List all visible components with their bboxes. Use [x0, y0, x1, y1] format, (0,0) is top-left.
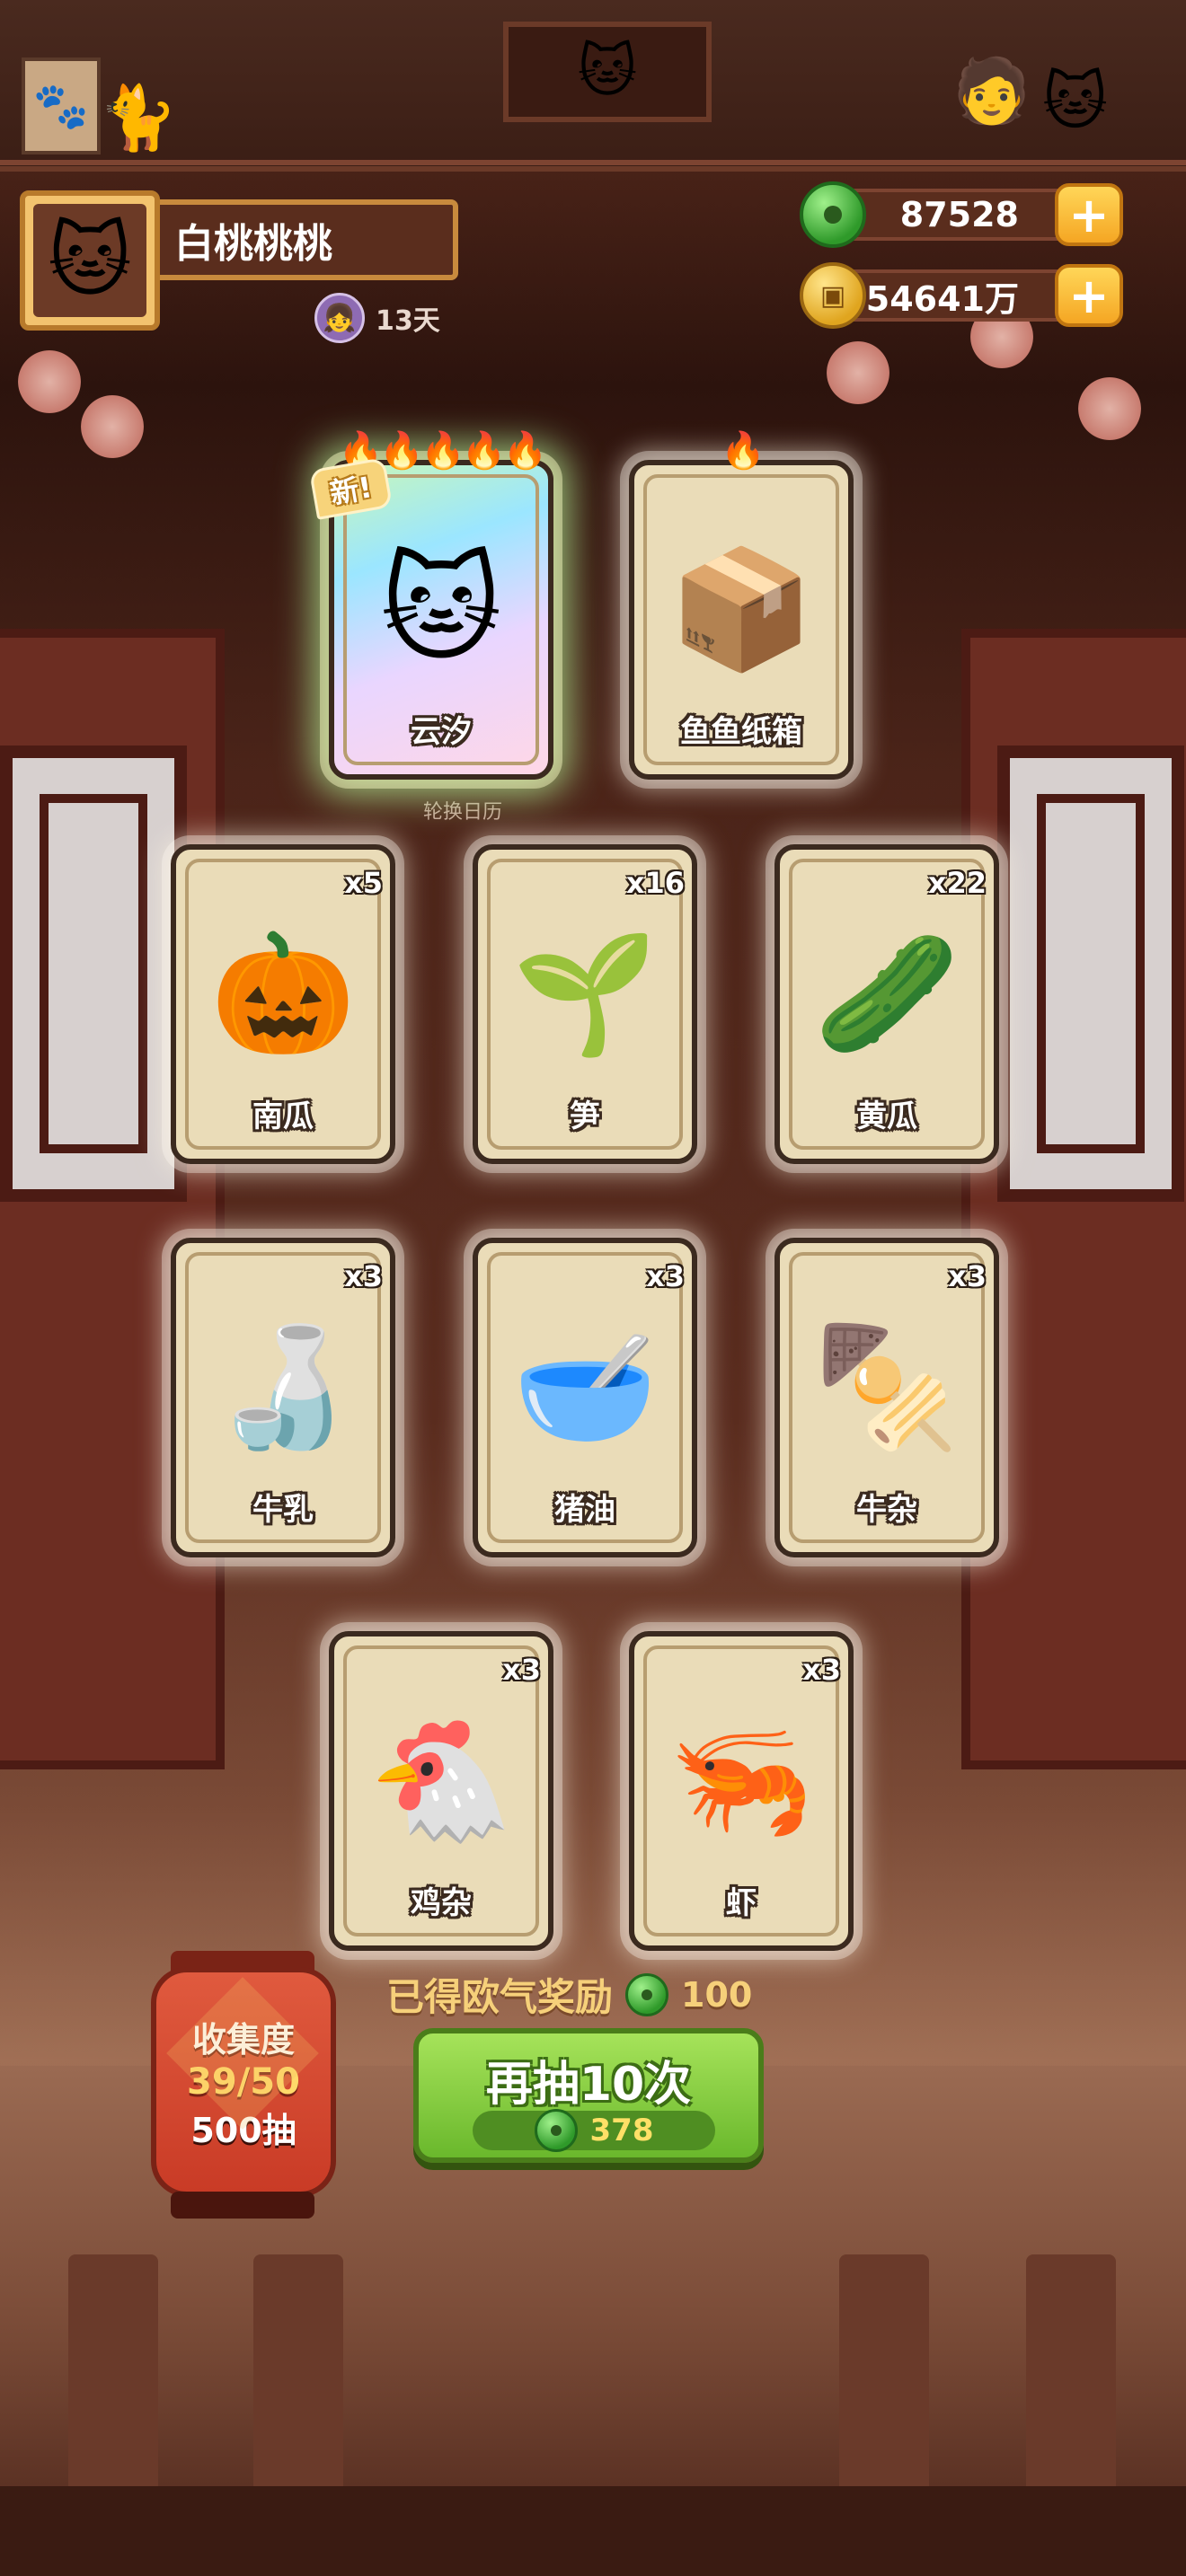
card-count: x16 — [625, 866, 685, 900]
card-count: x3 — [344, 1259, 383, 1293]
draw-cost-value: 378 — [589, 2113, 654, 2148]
beef-offal-icon: 🍢 — [814, 1318, 960, 1455]
card-count: x3 — [802, 1653, 841, 1687]
reward-line: 已得欧气奖励 100 — [386, 1967, 752, 2022]
card-label: 牛乳 — [252, 1492, 314, 1528]
card-count: x3 — [502, 1653, 541, 1687]
new-badge: 新! — [308, 457, 393, 520]
reward-card[interactable]: 🍢 x3 牛杂 — [774, 1238, 999, 1557]
railing-post — [253, 2254, 343, 2488]
avatar[interactable]: 🐱 — [20, 190, 160, 331]
blossom-decoration — [81, 395, 144, 458]
sad-cat-icon: 🐱 — [1042, 65, 1108, 138]
card-count: x5 — [344, 866, 383, 900]
reward-card[interactable]: 🥒 x22 黄瓜 — [774, 844, 999, 1164]
right-door-panel — [961, 629, 1186, 1769]
rarity-flame-icon: 🔥 — [721, 430, 766, 472]
card-label: 鸡杂 — [411, 1885, 472, 1921]
reward-value: 100 — [681, 1974, 753, 2015]
card-count: x3 — [646, 1259, 685, 1293]
card-label: 猪油 — [554, 1492, 615, 1528]
jade-icon — [534, 2109, 578, 2152]
rotation-calendar-label[interactable]: 轮换日历 — [395, 796, 530, 825]
reward-card[interactable]: 🔥 📦 鱼鱼纸箱 — [629, 430, 854, 780]
days-count: 13天 — [376, 305, 440, 337]
add-jade-button[interactable]: + — [1055, 183, 1123, 246]
add-coin-button[interactable]: + — [1055, 264, 1123, 327]
cat-character-icon: 🐱 — [380, 541, 502, 677]
reward-card[interactable]: 🥣 x3 猪油 — [473, 1238, 697, 1557]
card-count: x22 — [927, 866, 987, 900]
player-name: 白桃桃桃 — [174, 221, 332, 267]
draw-again-label: 再抽10次 — [485, 2058, 692, 2112]
card-label: 云汐 — [411, 714, 472, 750]
player-name-plate: 白桃桃桃 — [153, 199, 458, 280]
collection-lantern[interactable]: 收集度 39/50 500抽 — [151, 1967, 336, 2197]
jade-icon — [800, 181, 866, 248]
cucumber-icon: 🥒 — [814, 924, 960, 1062]
cat-in-box-icon: 📦 — [668, 540, 814, 677]
card-label: 虾 — [726, 1885, 757, 1921]
blossom-decoration — [827, 341, 890, 404]
reward-card[interactable]: 🦐 x3 虾 — [629, 1631, 854, 1951]
jade-currency: 87528 + — [800, 181, 1123, 248]
chef-character-icon: 🧑 — [952, 54, 1031, 128]
railing-post — [1026, 2254, 1116, 2488]
sleeping-cat-icon: 🐈 — [99, 81, 178, 154]
scroll-icon[interactable]: 🐾 — [22, 57, 101, 154]
bottom-strip — [0, 2486, 1186, 2576]
draw-cost: 378 — [473, 2109, 715, 2152]
friend-avatar-icon[interactable]: 👧 — [314, 293, 365, 343]
coin-currency: ▣ 54641万 + — [800, 262, 1123, 329]
hanging-portrait-icon[interactable]: 🐱 — [503, 22, 712, 122]
lantern-base — [171, 2192, 314, 2219]
blossom-decoration — [18, 350, 81, 413]
blossom-decoration — [1078, 377, 1141, 440]
railing-post — [839, 2254, 929, 2488]
card-label: 黄瓜 — [856, 1098, 917, 1134]
card-label: 牛杂 — [856, 1492, 917, 1528]
jade-icon — [625, 1972, 669, 2016]
milk-jar-icon: 🍶 — [210, 1318, 356, 1455]
reward-card[interactable]: 🎃 x5 南瓜 — [171, 844, 395, 1164]
card-label: 鱼鱼纸箱 — [680, 714, 802, 750]
chicken-giblets-icon: 🐔 — [368, 1711, 514, 1848]
shelf-divider — [0, 160, 1186, 165]
card-label: 南瓜 — [252, 1098, 314, 1134]
reward-card[interactable]: 🍶 x3 牛乳 — [171, 1238, 395, 1557]
login-days: 👧 13天 — [314, 293, 440, 343]
coin-icon: ▣ — [800, 262, 866, 329]
railing-post — [68, 2254, 158, 2488]
white-cat-icon: 🐱 — [33, 204, 146, 317]
bamboo-shoot-icon: 🌱 — [512, 924, 658, 1062]
shrimp-icon: 🦐 — [668, 1711, 814, 1848]
reward-card[interactable]: 🌱 x16 笋 — [473, 844, 697, 1164]
pumpkin-icon: 🎃 — [210, 924, 356, 1062]
reward-card[interactable]: 🔥🔥🔥🔥🔥 新! 🐱 云汐 — [308, 430, 553, 780]
draw-again-button[interactable]: 再抽10次 378 — [413, 2028, 764, 2163]
left-door-panel — [0, 629, 225, 1769]
card-label: 笋 — [570, 1098, 600, 1134]
reward-label: 已得欧气奖励 — [386, 1975, 614, 2019]
card-count: x3 — [948, 1259, 987, 1293]
reward-card[interactable]: 🐔 x3 鸡杂 — [329, 1631, 553, 1951]
lard-bowl-icon: 🥣 — [512, 1318, 658, 1455]
